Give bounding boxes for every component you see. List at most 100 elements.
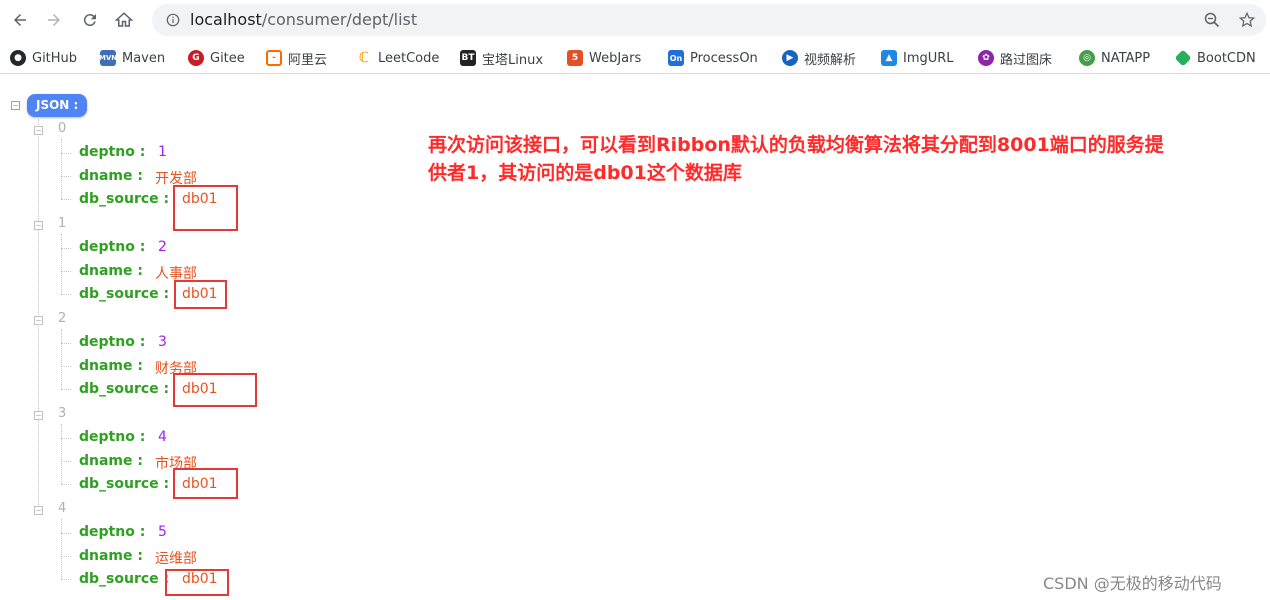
bookmark-label: Maven [122, 50, 166, 66]
deptno-value: 5 [158, 524, 167, 540]
natapp-icon: ◎ [1079, 50, 1095, 66]
deptno-key: deptno : [79, 524, 146, 540]
tree-guide-line [61, 366, 71, 367]
db-source-key: db_source : [79, 286, 170, 302]
bookmark-bt[interactable]: BT 宝塔Linux [460, 49, 543, 68]
tree-guide-line [61, 139, 62, 199]
item-collapse-toggle[interactable]: − [34, 221, 43, 230]
bookmark-label: BootCDN [1197, 50, 1256, 66]
item-collapse-toggle[interactable]: − [34, 411, 43, 420]
bookmark-natapp[interactable]: ◎ NATAPP [1079, 49, 1150, 67]
highlight-box [173, 373, 257, 407]
url-text[interactable]: localhost/consumer/dept/list [190, 10, 417, 30]
json-root-badge[interactable]: JSON : [27, 94, 88, 117]
bookmark-luguo[interactable]: ✿ 路过图床 [978, 49, 1053, 68]
deptno-key: deptno : [79, 429, 146, 445]
item-collapse-toggle[interactable]: − [34, 506, 43, 515]
bookmark-aliyun[interactable]: - 阿里云 [266, 49, 328, 68]
processon-icon: On [668, 50, 684, 66]
bookmark-webjars[interactable]: 5 WebJars [567, 49, 641, 67]
tree-guide-line [61, 343, 71, 344]
bookmark-label: Gitee [210, 50, 245, 66]
maven-icon: MVN [99, 50, 117, 66]
address-bar[interactable]: localhost/consumer/dept/list [152, 4, 1266, 36]
array-index: 1 [58, 216, 67, 231]
tree-guide-line [61, 519, 62, 579]
back-button[interactable] [8, 8, 32, 32]
home-button[interactable] [112, 8, 136, 32]
arrow-right-icon [48, 14, 60, 26]
luguo-icon: ✿ [978, 50, 994, 66]
home-icon [115, 12, 133, 27]
deptno-key: deptno : [79, 239, 146, 255]
bookmark-label: ImgURL [903, 50, 954, 66]
gitee-icon: G [188, 50, 204, 66]
json-viewer: − JSON : − 0 deptno : 1 dname : 开发部 db_s… [0, 75, 1270, 600]
url-path: /consumer/dept/list [261, 10, 418, 29]
browser-toolbar: localhost/consumer/dept/list [0, 0, 1270, 40]
deptno-value: 1 [158, 144, 167, 160]
item-collapse-toggle[interactable]: − [34, 316, 43, 325]
bookmark-label: NATAPP [1101, 50, 1151, 66]
bookmark-processon[interactable]: On ProcessOn [668, 49, 758, 67]
deptno-value: 2 [158, 239, 167, 255]
highlight-box [173, 468, 238, 499]
bookmark-gitee[interactable]: G Gitee [188, 49, 245, 67]
annotation-note: 再次访问该接口，可以看到Ribbon默认的负载均衡算法将其分配到8001端口的服… [428, 131, 1248, 187]
bookmark-imgurl[interactable]: ▲ ImgURL [881, 49, 954, 67]
bt-icon: BT [460, 50, 476, 66]
dname-key: dname : [79, 263, 143, 279]
annotation-line: 供者1，其访问的是db01这个数据库 [428, 162, 742, 184]
bookmark-label: ProcessOn [690, 50, 758, 66]
dname-key: dname : [79, 358, 143, 374]
root-collapse-toggle[interactable]: − [11, 101, 20, 110]
db-source-key: db_source : [79, 571, 170, 587]
webjars-icon: 5 [567, 50, 583, 66]
bookmark-video-parse[interactable]: ▶ 视频解析 [782, 49, 857, 68]
tree-guide-line [61, 556, 71, 557]
array-index: 4 [58, 501, 67, 516]
url-host: localhost [190, 10, 262, 29]
tree-guide-line [61, 234, 62, 294]
bookmark-label: 路过图床 [1000, 52, 1053, 68]
bookmark-label: 阿里云 [288, 52, 328, 68]
item-collapse-toggle[interactable]: − [34, 126, 43, 135]
tree-guide-line [61, 461, 71, 462]
bookmark-github[interactable]: ● GitHub [10, 49, 77, 67]
tree-guide-line [61, 533, 71, 534]
leetcode-icon: ℂ [356, 50, 372, 66]
db-source-key: db_source : [79, 381, 170, 397]
bookmark-label: GitHub [32, 50, 78, 66]
dname-value: 运维部 [155, 551, 197, 567]
info-icon[interactable] [166, 13, 180, 27]
bookmark-label: WebJars [589, 50, 642, 66]
annotation-line: 再次访问该接口，可以看到Ribbon默认的负载均衡算法将其分配到8001端口的服… [428, 134, 1164, 156]
forward-button[interactable] [42, 8, 66, 32]
aliyun-icon: - [266, 50, 282, 66]
bookmark-star-icon[interactable] [1238, 11, 1256, 29]
zoom-icon[interactable] [1204, 12, 1220, 28]
tree-guide-line [61, 294, 71, 295]
highlight-box [174, 280, 227, 309]
array-index: 3 [58, 406, 67, 421]
tree-guide-line [61, 579, 71, 580]
watermark: CSDN @无极的移动代码 [1043, 574, 1222, 593]
db-source-key: db_source : [79, 476, 170, 492]
reload-button[interactable] [78, 8, 102, 32]
deptno-value: 3 [158, 334, 167, 350]
tree-guide-line [61, 389, 71, 390]
bookmark-leetcode[interactable]: ℂ LeetCode [356, 49, 439, 67]
tree-guide-line [61, 199, 71, 200]
highlight-box [173, 185, 238, 231]
video-parse-icon: ▶ [782, 50, 798, 66]
dname-key: dname : [79, 168, 143, 184]
tree-guide-line [61, 176, 71, 177]
tree-guide-line [61, 153, 71, 154]
bookmark-label: 视频解析 [804, 52, 857, 68]
tree-guide-line [61, 438, 71, 439]
bookmark-maven[interactable]: MVN Maven [99, 49, 166, 67]
bookmark-bootcdn[interactable]: BootCDN [1174, 49, 1256, 67]
tree-guide-line [61, 248, 71, 249]
reload-icon [83, 14, 96, 27]
array-index: 0 [58, 121, 67, 136]
